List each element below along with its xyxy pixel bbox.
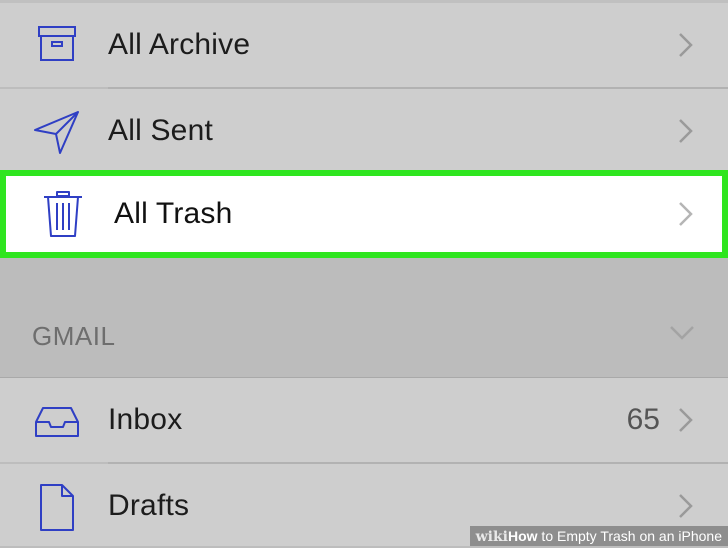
watermark-title: to Empty Trash on an iPhone bbox=[537, 528, 722, 544]
mailbox-label: Drafts bbox=[108, 489, 190, 522]
inbox-tray-icon bbox=[32, 396, 82, 446]
document-icon bbox=[32, 482, 82, 532]
watermark-how: How bbox=[507, 528, 538, 544]
section-title: GMAIL bbox=[32, 321, 116, 351]
mailbox-row-inbox[interactable]: Inbox 65 bbox=[0, 378, 728, 462]
mailbox-label: Inbox bbox=[108, 403, 183, 436]
unread-count: 65 bbox=[626, 403, 660, 436]
paper-plane-icon bbox=[32, 107, 82, 157]
chevron-down-icon[interactable] bbox=[668, 323, 696, 343]
trash-can-icon bbox=[38, 189, 88, 239]
chevron-right-icon bbox=[676, 199, 696, 229]
chevron-right-icon bbox=[676, 30, 696, 60]
watermark-brand: wiki bbox=[475, 529, 508, 545]
mailbox-label: All Trash bbox=[114, 197, 233, 230]
mailbox-label: All Sent bbox=[108, 114, 213, 147]
mailbox-row-all-trash[interactable]: All Trash bbox=[0, 170, 728, 258]
chevron-right-icon bbox=[676, 116, 696, 146]
mailbox-row-all-archive[interactable]: All Archive bbox=[0, 3, 728, 87]
chevron-right-icon bbox=[676, 405, 696, 435]
wikihow-watermark: wikiHow to Empty Trash on an iPhone bbox=[469, 526, 728, 546]
archive-box-icon bbox=[32, 21, 82, 71]
mailbox-label: All Archive bbox=[108, 28, 251, 61]
mailbox-row-all-sent[interactable]: All Sent bbox=[0, 89, 728, 173]
chevron-right-icon bbox=[676, 491, 696, 521]
